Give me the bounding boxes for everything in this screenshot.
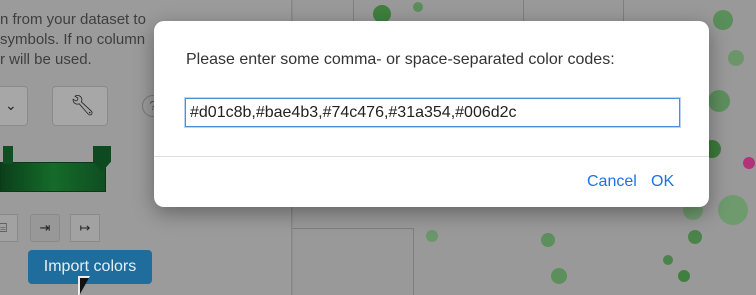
map-border	[293, 228, 413, 229]
mouse-cursor-icon	[80, 278, 89, 294]
map-dot	[743, 157, 755, 169]
map-dot	[663, 255, 673, 265]
ok-button[interactable]: OK	[651, 173, 674, 191]
import-icon[interactable]: ⇥	[30, 214, 60, 242]
map-dot	[426, 230, 438, 242]
map-dot	[718, 195, 748, 225]
import-colors-button[interactable]: Import colors	[28, 250, 152, 284]
color-ramp-bar	[0, 162, 106, 192]
settings-button[interactable]: 🔧︎	[52, 86, 108, 126]
map-dot	[678, 270, 690, 282]
help-text: n from your dataset to symbols. If no co…	[0, 10, 160, 70]
export-icon[interactable]: ↦	[70, 214, 100, 242]
cancel-button[interactable]: Cancel	[587, 173, 637, 191]
ramp-handle-left[interactable]	[3, 146, 13, 164]
map-dot	[688, 230, 702, 244]
map-dot	[551, 268, 567, 284]
map-dot	[541, 233, 555, 247]
help-text-line: n from your dataset to	[0, 11, 146, 28]
map-border	[413, 228, 414, 295]
help-text-line: r will be used.	[0, 51, 92, 68]
wrench-icon: 🔧︎	[70, 95, 96, 117]
map-dot	[413, 2, 423, 12]
color-codes-dialog: Please enter some comma- or space-separa…	[154, 21, 709, 207]
color-ramp[interactable]	[0, 146, 111, 193]
dialog-divider	[154, 156, 709, 157]
dropdown-button[interactable]: ⌄	[0, 86, 28, 126]
file-icon[interactable]: ⌸	[0, 214, 18, 242]
chevron-down-icon: ⌄	[5, 97, 17, 113]
dialog-message: Please enter some comma- or space-separa…	[186, 51, 615, 68]
help-text-line: symbols. If no column	[0, 31, 146, 48]
color-codes-input[interactable]	[185, 98, 680, 127]
map-dot	[728, 50, 744, 66]
map-dot	[708, 90, 730, 112]
map-dot	[713, 10, 733, 30]
